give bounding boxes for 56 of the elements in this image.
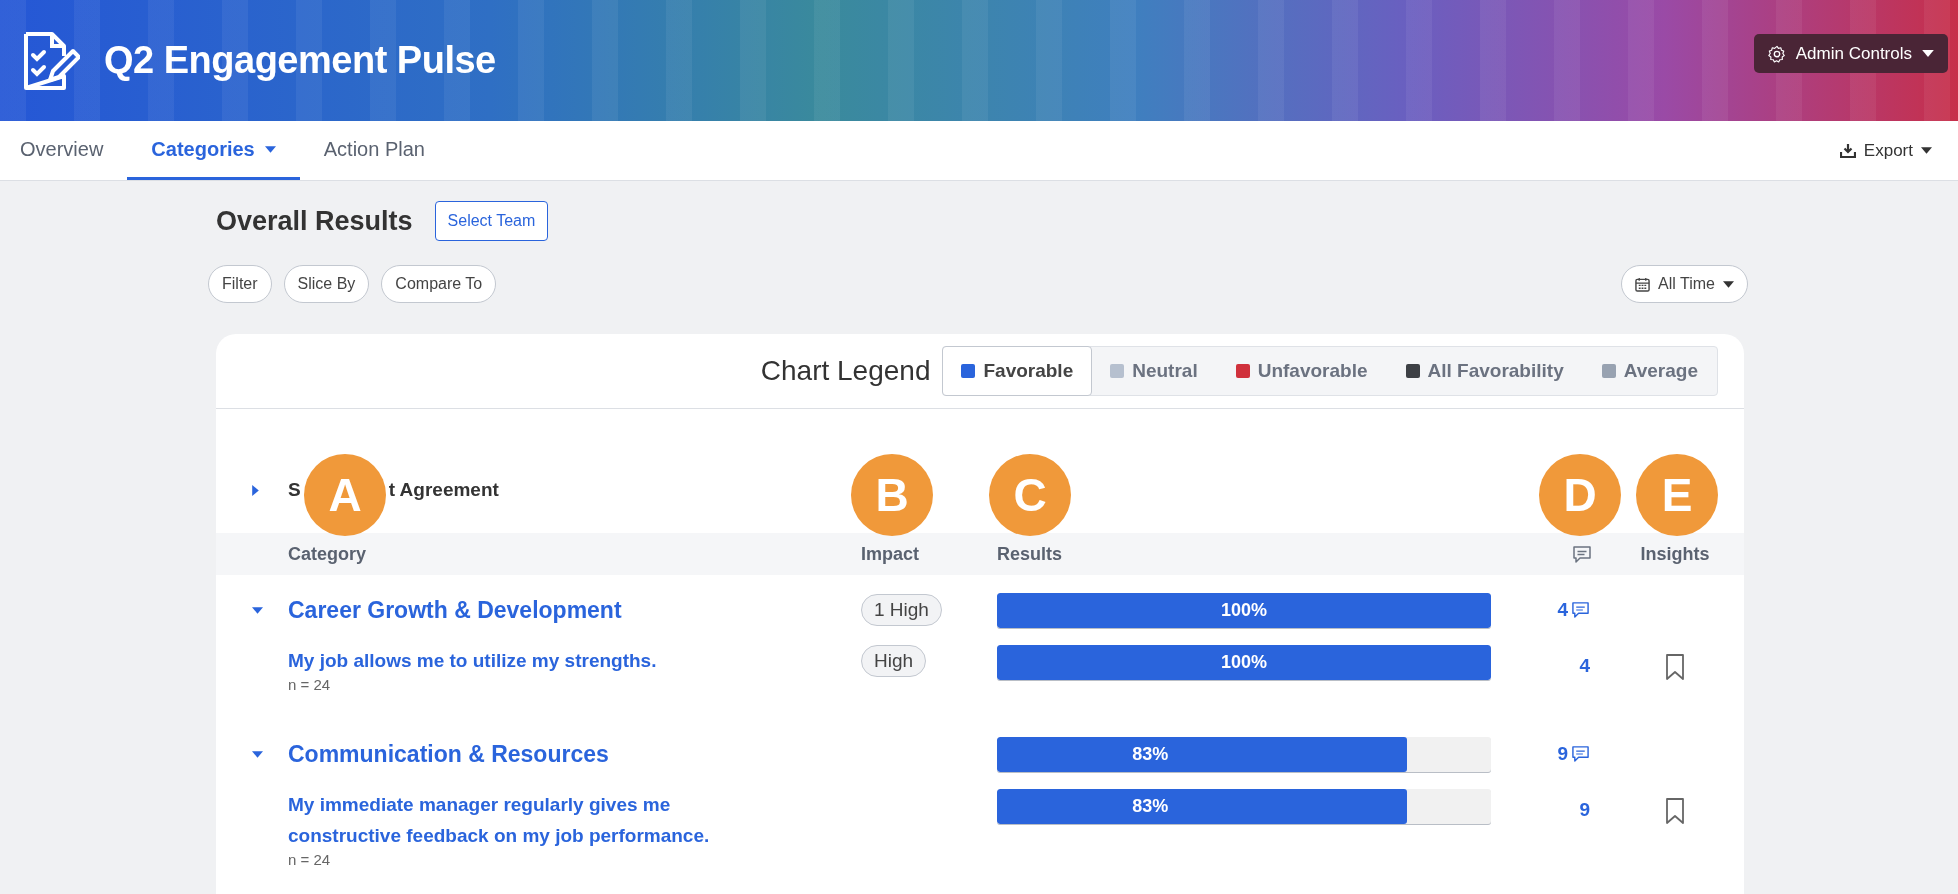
annotation-marker: D: [1539, 454, 1621, 536]
legend-item[interactable]: Neutral: [1091, 347, 1217, 395]
caret-icon: [1921, 147, 1932, 154]
annotation-marker: C: [989, 454, 1071, 536]
column-header: Insights: [1639, 543, 1711, 565]
caret-icon: [1723, 280, 1734, 288]
annotation-marker: B: [851, 454, 933, 536]
column-header: Results: [997, 543, 1064, 565]
bookmark-icon[interactable]: [1665, 797, 1685, 825]
admin-controls-button[interactable]: Admin Controls: [1753, 34, 1948, 73]
annotation-marker: E: [1636, 454, 1718, 536]
comment-icon: [1571, 601, 1590, 619]
column-header: Impact: [861, 543, 921, 565]
comment-icon: [1571, 745, 1590, 763]
bar-value: 100%: [1219, 598, 1268, 622]
bar-value: 100%: [1219, 651, 1268, 674]
bar-value: 83%: [1131, 742, 1170, 766]
app-title: Q2 Engagement Pulse: [104, 39, 496, 82]
filter-button[interactable]: Slice By: [283, 265, 370, 303]
export-button[interactable]: Export: [1833, 121, 1938, 180]
annotation-marker: A: [304, 454, 386, 536]
nav-tab[interactable]: Overview: [0, 121, 128, 180]
caret-icon: [1922, 50, 1934, 57]
question-link[interactable]: My immediate manager regularly gives me constructive feedback on my job performance.: [288, 789, 758, 851]
select-team-button[interactable]: Select Team: [434, 201, 549, 241]
calendar-icon: [1635, 276, 1651, 292]
date-range-button[interactable]: All Time: [1621, 265, 1748, 303]
comment-count[interactable]: 9: [1579, 799, 1590, 821]
comment-icon: [1572, 544, 1592, 564]
column-header: Category: [288, 543, 368, 565]
comment-count[interactable]: 4: [1579, 655, 1590, 677]
legend-item[interactable]: Average: [1582, 347, 1717, 395]
impact-tag: 1 High: [861, 594, 942, 626]
filter-button[interactable]: Compare To: [381, 265, 497, 303]
section-title[interactable]: t Agreement: [388, 479, 499, 501]
gear-icon: [1767, 44, 1786, 63]
category-link[interactable]: Career Growth & Development: [288, 596, 622, 624]
download-icon: [1839, 142, 1856, 159]
impact-tag: High: [861, 645, 927, 677]
bar-value: 83%: [1131, 795, 1170, 818]
page-title: Overall Results: [216, 205, 413, 237]
nav-tab[interactable]: Categories: [127, 121, 300, 180]
section-title[interactable]: S: [288, 479, 301, 501]
legend-item[interactable]: Favorable: [942, 346, 1093, 396]
nav-tab[interactable]: Action Plan: [299, 121, 449, 180]
filter-button[interactable]: Filter: [208, 265, 272, 303]
legend-title: Chart Legend: [760, 355, 931, 387]
comment-count[interactable]: 4: [1557, 599, 1590, 621]
comment-count[interactable]: 9: [1557, 743, 1590, 765]
sample-size: n = 24: [288, 676, 331, 693]
legend-item[interactable]: Unfavorable: [1216, 347, 1387, 395]
legend-item[interactable]: All Favorability: [1386, 347, 1583, 395]
bookmark-icon[interactable]: [1665, 653, 1685, 681]
sample-size: n = 24: [288, 851, 331, 868]
question-link[interactable]: My job allows me to utilize my strengths.: [288, 645, 657, 676]
category-link[interactable]: Communication & Resources: [288, 740, 609, 768]
